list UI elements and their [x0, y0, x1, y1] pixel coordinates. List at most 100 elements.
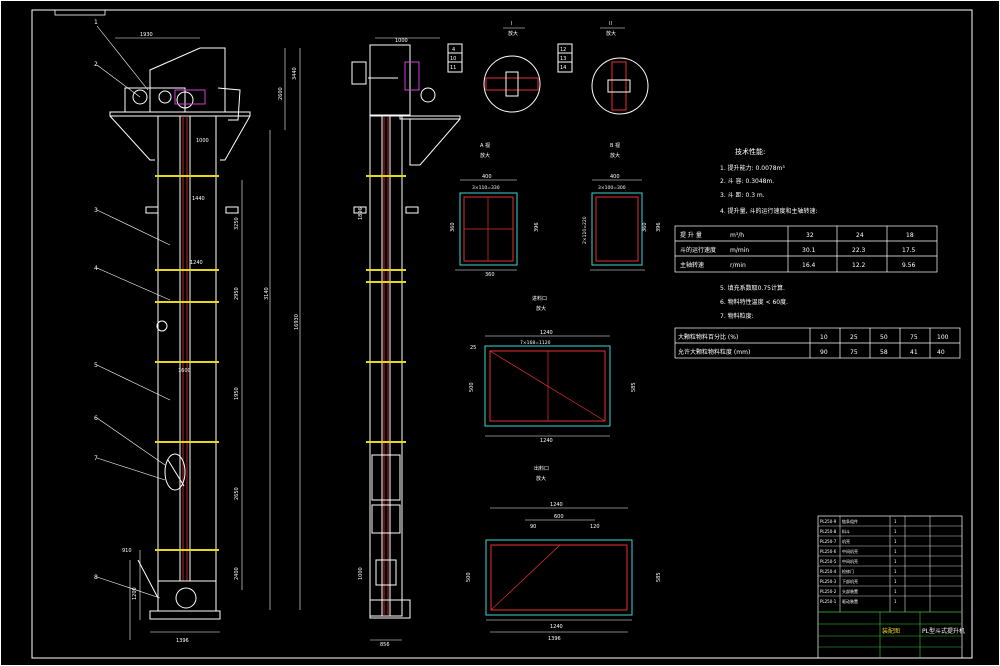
table-cell: 90 — [820, 349, 828, 356]
detail-tag: 13 — [560, 56, 566, 62]
table-row-label: 允许大颗粒物料粒度 (mm) — [678, 348, 750, 356]
tech-item: 4. 提升量, 斗的运行速度和主轴转速: — [720, 207, 817, 215]
table-row-unit: m/min — [730, 247, 749, 254]
dimension-text: 3440 — [292, 67, 298, 80]
leader-number: 2 — [94, 61, 98, 68]
dimension-text: 1240 — [550, 502, 563, 508]
detail-roman: II — [609, 21, 612, 27]
section-scale: 放大 — [536, 305, 546, 312]
dimension-text: 396 — [534, 222, 540, 232]
dimension-text: 1240 — [550, 624, 563, 630]
tech-item: 1. 提升能力: 0.0078m³ — [720, 164, 785, 172]
tech-item: 2. 斗 容: 0.3048m. — [720, 177, 774, 185]
table-cell: 22.3 — [852, 247, 866, 254]
tech-item: 5. 填充系数取0.75计算. — [720, 284, 785, 292]
dimension-text: 2600 — [278, 87, 284, 100]
bom-name: 下部机壳 — [842, 578, 858, 584]
leader-number: 4 — [94, 265, 98, 272]
detail-scale: 放大 — [508, 30, 518, 37]
bom-code: PL250-8 — [820, 529, 837, 534]
dimension-text: 1200 — [132, 587, 138, 600]
tech-item: 3. 斗 距: 0.3 m. — [720, 192, 765, 199]
table-cell: 25 — [850, 334, 858, 341]
dimension-text: 1240 — [540, 330, 553, 336]
table-cell: 75 — [850, 349, 858, 356]
dimension-text: 1396 — [176, 638, 189, 644]
drawing-name: PL型斗式提升机 — [922, 627, 965, 635]
dimension-text: 360 — [642, 222, 648, 232]
dimension-text: 1000 — [395, 38, 408, 44]
section-title: A 视 — [480, 142, 490, 149]
dimension-text: 585 — [656, 572, 662, 582]
leader-number: 6 — [94, 415, 98, 422]
bom-name: 驱动装置 — [842, 598, 858, 604]
bom-code: PL250-2 — [820, 589, 837, 594]
dimension-text: 360 — [485, 272, 495, 278]
dimension-text: 1600 — [178, 368, 191, 374]
dimension-text: 2×110=220 — [582, 216, 588, 244]
table-cell: 30.1 — [802, 247, 816, 254]
bom-code: PL250-4 — [820, 569, 837, 574]
bom-name: 检修门 — [842, 568, 854, 574]
dimension-text: 2400 — [234, 567, 240, 580]
bom-name: 头部装置 — [842, 588, 858, 594]
leader-number: 5 — [94, 362, 98, 369]
dimension-text: 2950 — [234, 287, 240, 300]
table-row-unit: m³/h — [730, 232, 744, 239]
dimension-text: 25 — [470, 345, 476, 351]
detail-tag: 14 — [560, 65, 566, 71]
leader-number: 7 — [94, 455, 98, 462]
tech-title: 技术性能: — [735, 147, 765, 156]
dimension-text: 1000 — [196, 138, 209, 144]
tech-item: 6. 物料特性温度 < 60度. — [720, 298, 788, 306]
company-name: 装配图 — [882, 627, 900, 635]
dimension-text: 910 — [122, 548, 132, 554]
table-cell: 32 — [806, 232, 814, 239]
table-cell: 40 — [937, 349, 945, 356]
section-scale: 放大 — [610, 152, 620, 159]
tech-item: 7. 物料粒度: — [720, 312, 754, 320]
dimension-text: 120 — [590, 524, 600, 530]
table-row-unit: r/min — [730, 262, 746, 269]
detail-tag: 11 — [450, 65, 456, 71]
section-title: B 视 — [610, 142, 620, 149]
dimension-text: 3140 — [264, 287, 270, 300]
detail-scale: 放大 — [606, 30, 616, 37]
dimension-text: 16930 — [294, 314, 300, 330]
section-title: 出料口 — [534, 465, 549, 472]
dimension-text: 856 — [380, 642, 390, 648]
dimension-text: 1240 — [540, 438, 553, 444]
dimension-text: 3×100=300 — [598, 185, 626, 191]
dimension-text: 1240 — [190, 260, 203, 266]
detail-tag: 10 — [450, 56, 456, 62]
dimension-text: 1000 — [358, 567, 364, 580]
table-cell: 58 — [880, 349, 888, 356]
bom-name: 链条组件 — [842, 518, 858, 524]
bom-code: PL250-3 — [820, 579, 837, 584]
table-cell: 12.2 — [852, 262, 866, 269]
table-row-label: 提 升 量 — [680, 231, 702, 239]
dimension-text: 2650 — [234, 487, 240, 500]
table-cell: 16.4 — [802, 262, 816, 269]
dimension-text: 400 — [482, 174, 492, 180]
dimension-text: 600 — [554, 514, 564, 520]
bom-code: PL250-7 — [820, 539, 837, 544]
dimension-text: 1440 — [192, 196, 205, 202]
detail-tag: 4 — [452, 47, 455, 53]
table-cell: 41 — [910, 349, 918, 356]
bom-name: 中间机壳 — [842, 548, 858, 554]
table-row-label: 斗的运行速度 — [680, 246, 716, 254]
dimension-text: 1930 — [140, 32, 153, 38]
leader-number: 1 — [94, 19, 98, 26]
table-cell: 24 — [856, 232, 864, 239]
detail-roman: I — [511, 21, 512, 27]
cad-drawing: 1 2 3 4 5 6 7 8 1930 3440 3250 1950 2650… — [0, 0, 1000, 666]
detail-tag: 12 — [560, 47, 566, 53]
bom-code: PL250-9 — [820, 519, 837, 524]
dimension-text: 3×110=330 — [472, 185, 500, 191]
bom-code: PL250-1 — [820, 599, 837, 604]
table-cell: 17.5 — [902, 247, 916, 254]
table-row-label: 主轴转速 — [680, 261, 704, 269]
table-cell: 75 — [910, 334, 918, 341]
dimension-text: 90 — [530, 524, 536, 530]
